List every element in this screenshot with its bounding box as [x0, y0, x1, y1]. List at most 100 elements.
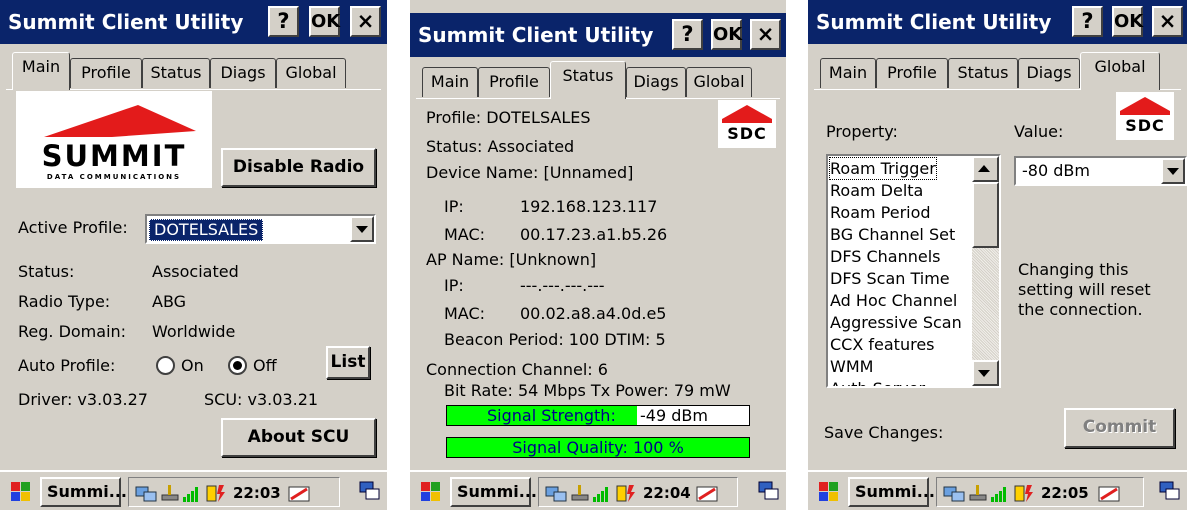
- value-select[interactable]: -80 dBm: [1014, 156, 1187, 186]
- signal-bars-icon[interactable]: [181, 483, 203, 507]
- desktop-icon[interactable]: [359, 480, 381, 502]
- sdc-logo-text: SDC: [727, 124, 767, 143]
- auto-profile-off-label: Off: [253, 356, 277, 375]
- tab-profile[interactable]: Profile: [876, 58, 948, 88]
- scu-version: SCU: v3.03.21: [204, 390, 319, 409]
- tab-strip: Main Profile Status Diags Global: [6, 50, 381, 90]
- connection-icon[interactable]: [967, 483, 989, 507]
- input-panel-icon[interactable]: [287, 483, 313, 509]
- auto-profile-off-radio[interactable]: [228, 356, 247, 375]
- scroll-up-button[interactable]: [972, 156, 999, 182]
- tab-status[interactable]: Status: [142, 58, 210, 88]
- signal-strength-value: -49 dBm: [640, 406, 708, 425]
- dropdown-button[interactable]: [350, 216, 374, 242]
- input-panel-icon[interactable]: [1097, 483, 1123, 509]
- close-button[interactable]: ×: [1152, 6, 1183, 37]
- auto-profile-on-radio[interactable]: [156, 356, 175, 375]
- network-icon[interactable]: [545, 483, 567, 507]
- tab-global[interactable]: Global: [1080, 52, 1160, 90]
- summit-logo-word: SUMMIT: [41, 139, 187, 173]
- signal-bars-icon[interactable]: [591, 483, 613, 507]
- signal-quality-bar: Signal Quality: 100 %: [446, 437, 750, 458]
- status-label: Status:: [18, 262, 75, 281]
- network-icon[interactable]: [135, 483, 157, 507]
- property-list-item[interactable]: BG Channel Set: [830, 224, 955, 245]
- tab-profile[interactable]: Profile: [478, 67, 550, 97]
- desktop-icon[interactable]: [758, 480, 780, 502]
- reg-domain-label: Reg. Domain:: [18, 322, 127, 341]
- taskbar: Summi... 22:03: [0, 470, 387, 510]
- tab-profile[interactable]: Profile: [70, 58, 142, 88]
- dropdown-button[interactable]: [1161, 158, 1185, 184]
- client-mac-label: MAC:: [444, 225, 486, 244]
- taskbar-app-button[interactable]: Summi...: [450, 477, 537, 507]
- clock: 22:03: [233, 484, 281, 502]
- disable-radio-button[interactable]: Disable Radio: [221, 148, 376, 187]
- desktop-icon[interactable]: [1159, 480, 1181, 502]
- ok-button[interactable]: OK: [1112, 6, 1143, 37]
- tab-diags[interactable]: Diags: [626, 67, 686, 97]
- property-list-item[interactable]: DFS Channels: [830, 246, 941, 267]
- signal-bars-icon[interactable]: [989, 483, 1011, 507]
- network-icon[interactable]: [943, 483, 965, 507]
- close-button[interactable]: ×: [750, 19, 781, 50]
- title-bar: Summit Client Utility ? OK ×: [410, 13, 786, 57]
- ok-button[interactable]: OK: [309, 6, 340, 37]
- chevron-down-icon: [1167, 168, 1179, 175]
- start-windows-icon[interactable]: [6, 478, 36, 506]
- tab-diags[interactable]: Diags: [210, 58, 276, 88]
- input-panel-icon[interactable]: [695, 483, 721, 509]
- bitrate-txpower-line: Bit Rate: 54 Mbps Tx Power: 79 mW: [444, 381, 731, 400]
- tab-diags[interactable]: Diags: [1018, 58, 1080, 88]
- battery-icon[interactable]: [205, 483, 227, 507]
- taskbar-app-button[interactable]: Summi...: [40, 477, 127, 507]
- property-list-item[interactable]: Auth Server: [830, 378, 925, 386]
- scroll-down-button[interactable]: [972, 360, 999, 386]
- property-list-item[interactable]: Roam Delta: [830, 180, 923, 201]
- tab-main[interactable]: Main: [820, 58, 876, 88]
- property-list-scrollbar[interactable]: [972, 156, 999, 386]
- about-scu-button[interactable]: About SCU: [221, 418, 376, 457]
- help-button[interactable]: ?: [268, 6, 299, 37]
- status-line: Status: Associated: [426, 137, 575, 156]
- property-list-item[interactable]: Ad Hoc Channel: [830, 290, 957, 311]
- start-windows-icon[interactable]: [814, 478, 844, 506]
- ok-button[interactable]: OK: [711, 19, 742, 50]
- scroll-thumb[interactable]: [972, 182, 999, 248]
- auto-profile-on-label: On: [181, 356, 204, 375]
- property-list-item[interactable]: CCX features: [830, 334, 935, 355]
- property-list-item[interactable]: WMM: [830, 356, 873, 377]
- profile-line: Profile: DOTELSALES: [426, 108, 591, 127]
- battery-icon[interactable]: [1013, 483, 1035, 507]
- property-list-item[interactable]: Roam Period: [830, 202, 931, 223]
- note-line: Changing this: [1018, 260, 1129, 279]
- chevron-down-icon: [356, 226, 368, 233]
- close-button[interactable]: ×: [350, 6, 381, 37]
- main-tab-screen: Summit Client Utility ? OK × Main Profil…: [0, 0, 387, 510]
- list-button[interactable]: List: [326, 346, 370, 379]
- connection-icon[interactable]: [159, 483, 181, 507]
- property-list-item[interactable]: DFS Scan Time: [830, 268, 950, 289]
- battery-icon[interactable]: [615, 483, 637, 507]
- connection-icon[interactable]: [569, 483, 591, 507]
- window-title: Summit Client Utility: [816, 10, 1052, 34]
- help-button[interactable]: ?: [1072, 6, 1103, 37]
- tab-global[interactable]: Global: [686, 67, 752, 97]
- start-windows-icon[interactable]: [416, 478, 446, 506]
- tab-status[interactable]: Status: [948, 58, 1018, 88]
- property-list-item[interactable]: Roam Trigger: [829, 157, 937, 180]
- commit-button[interactable]: Commit: [1064, 408, 1175, 448]
- property-list[interactable]: Roam Trigger Roam Delta Roam Period BG Chan…: [826, 154, 1001, 388]
- tab-main[interactable]: Main: [422, 67, 478, 97]
- tab-status[interactable]: Status: [550, 61, 626, 99]
- taskbar-app-button[interactable]: Summi...: [848, 477, 935, 507]
- value-select-value: -80 dBm: [1022, 161, 1090, 180]
- tab-main[interactable]: Main: [12, 52, 70, 90]
- active-profile-select[interactable]: DOTELSALES: [145, 214, 376, 244]
- system-tray: 22:04: [538, 477, 738, 507]
- property-list-item[interactable]: Aggressive Scan: [830, 312, 962, 333]
- reg-domain-value: Worldwide: [152, 322, 236, 341]
- ap-mac-label: MAC:: [444, 304, 486, 323]
- tab-global[interactable]: Global: [276, 58, 346, 88]
- help-button[interactable]: ?: [672, 19, 703, 50]
